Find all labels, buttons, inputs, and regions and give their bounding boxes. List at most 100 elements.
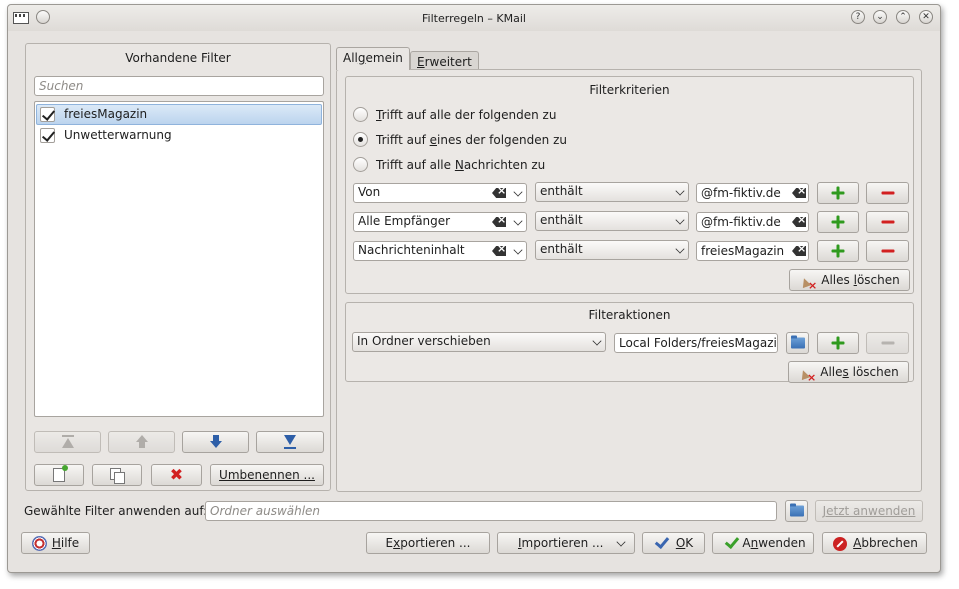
import-button[interactable]: Importieren ... (497, 532, 635, 554)
rule-operator-value: enthält (540, 242, 583, 256)
remove-action-button[interactable] (866, 332, 909, 354)
add-rule-button[interactable] (817, 211, 859, 233)
clear-value-icon[interactable] (792, 217, 806, 227)
apply-button[interactable]: Anwenden (712, 532, 814, 554)
apply-folder-input[interactable]: Ordner auswählen (205, 501, 777, 521)
chevron-down-icon (675, 215, 685, 225)
list-item[interactable]: freiesMagazin (35, 104, 323, 125)
chevron-down-icon (675, 186, 685, 196)
tab-advanced-label-b: E (417, 55, 425, 69)
filter-rules-dialog: Filterregeln – KMail ? ⌄ ⌃ ✕ Vorhandene … (7, 4, 941, 573)
tab-general[interactable]: Allgemein (336, 47, 410, 70)
plus-icon (831, 244, 845, 258)
remove-rule-button[interactable] (866, 240, 909, 262)
filter-name: Unwetterwarnung (64, 128, 172, 142)
clear-value-icon[interactable] (792, 188, 806, 198)
cancel-button[interactable]: Abbrechen (822, 532, 927, 554)
rule-value-input[interactable]: @fm-fiktiv.de (696, 212, 809, 232)
minus-icon (881, 191, 894, 195)
export-button[interactable]: Exportieren ... (366, 532, 490, 554)
move-up-button[interactable] (108, 431, 175, 453)
rule-operator-combo[interactable]: enthält (535, 211, 689, 231)
filter-enabled-checkbox[interactable] (40, 107, 55, 122)
existing-filters-panel: Vorhandene Filter Suchen freiesMagazin U… (25, 43, 331, 491)
match-all-messages-radio[interactable] (353, 157, 368, 172)
clear-field-icon[interactable] (492, 188, 506, 198)
filter-list[interactable]: freiesMagazin Unwetterwarnung (34, 101, 324, 417)
clear-all-criteria-button[interactable]: Alles löschen (789, 269, 910, 296)
plus-icon (831, 215, 845, 229)
chevron-down-icon[interactable] (513, 245, 523, 255)
add-rule-button[interactable] (817, 182, 859, 204)
apply-now-button[interactable]: Jetzt anwenden (815, 500, 923, 522)
filter-search-input[interactable]: Suchen (34, 76, 324, 96)
copy-icon (110, 468, 125, 484)
add-rule-button[interactable] (817, 240, 859, 262)
target-folder-input[interactable]: Local Folders/freiesMagazin (614, 333, 778, 353)
tab-general-label-a: All (343, 51, 358, 65)
match-all-radio[interactable] (353, 107, 368, 122)
minus-icon (881, 341, 894, 345)
add-action-button[interactable] (817, 332, 859, 354)
choose-folder-button[interactable] (786, 332, 809, 354)
clear-value-icon[interactable] (792, 246, 806, 256)
rule-value-input[interactable]: @fm-fiktiv.de (696, 183, 809, 203)
help-icon[interactable]: ? (851, 10, 865, 24)
list-item[interactable]: Unwetterwarnung (35, 125, 323, 146)
filter-action-value: In Ordner verschieben (357, 334, 491, 348)
clear-all-criteria-label-a: Alles (821, 273, 854, 287)
minimize-icon[interactable]: ⌄ (873, 10, 887, 24)
rule-field-value: Von (358, 185, 381, 199)
ok-button[interactable]: OK (642, 532, 705, 554)
match-any-radio[interactable] (353, 132, 368, 147)
rule-operator-value: enthält (540, 213, 583, 227)
chevron-down-icon (592, 336, 602, 346)
clear-field-icon[interactable] (492, 246, 506, 256)
tab-general-content: Filterkriterien Trifft auf alle der folg… (336, 69, 922, 492)
title-bar[interactable]: Filterregeln – KMail ? ⌄ ⌃ ✕ (8, 5, 940, 31)
rule-value-text: freiesMagazin (701, 244, 785, 258)
clear-all-actions-label-c: löschen (848, 365, 899, 379)
apply-choose-folder-button[interactable] (785, 500, 808, 522)
clear-all-actions-button[interactable]: Alles löschen (788, 361, 909, 388)
chevron-down-icon (616, 537, 626, 547)
help-button[interactable]: Hilfe (21, 532, 90, 554)
filter-enabled-checkbox[interactable] (40, 128, 55, 143)
rename-filter-button[interactable]: Umbenennen ... (210, 464, 324, 486)
import-label-c: mportieren ... (521, 536, 604, 550)
arrow-up-icon (135, 435, 148, 449)
clear-all-icon (800, 274, 817, 296)
checkmark-icon (725, 537, 737, 547)
rule-operator-combo[interactable]: enthält (535, 182, 689, 202)
rule-field-combo[interactable]: Von (353, 183, 527, 203)
clear-field-icon[interactable] (492, 217, 506, 227)
rule-field-combo[interactable]: Nachrichteninhalt (353, 241, 527, 261)
chevron-down-icon[interactable] (513, 187, 523, 197)
plus-icon (831, 336, 845, 350)
rule-value-input[interactable]: freiesMagazin (696, 241, 809, 261)
move-top-button[interactable] (34, 431, 101, 453)
rule-field-value: Alle Empfänger (358, 214, 451, 228)
apply-label-c: wenden (758, 536, 806, 550)
rule-field-value: Nachrichteninhalt (358, 243, 465, 257)
help-label-a: H (51, 536, 61, 550)
folder-icon (790, 335, 805, 349)
cancel-icon (833, 537, 847, 551)
close-icon[interactable]: ✕ (919, 10, 933, 24)
chevron-down-icon[interactable] (513, 216, 523, 226)
filter-action-combo[interactable]: In Ordner verschieben (352, 332, 606, 352)
new-filter-button[interactable] (34, 464, 84, 486)
maximize-icon[interactable]: ⌃ (896, 10, 910, 24)
delete-filter-button[interactable]: ✖ (151, 464, 202, 486)
match-all-messages-label-c: achrichten zu (463, 158, 546, 172)
match-all-label-c: rifft auf alle der folgenden zu (381, 108, 557, 122)
rule-field-combo[interactable]: Alle Empfänger (353, 212, 527, 232)
move-bottom-button[interactable] (256, 431, 324, 453)
remove-rule-button[interactable] (866, 211, 909, 233)
rule-operator-combo[interactable]: enthält (535, 240, 689, 260)
remove-rule-button[interactable] (866, 182, 909, 204)
move-down-button[interactable] (182, 431, 249, 453)
copy-filter-button[interactable] (92, 464, 142, 486)
window-title: Filterregeln – KMail (422, 12, 526, 25)
filter-criteria-group: Filterkriterien Trifft auf alle der folg… (345, 76, 914, 296)
